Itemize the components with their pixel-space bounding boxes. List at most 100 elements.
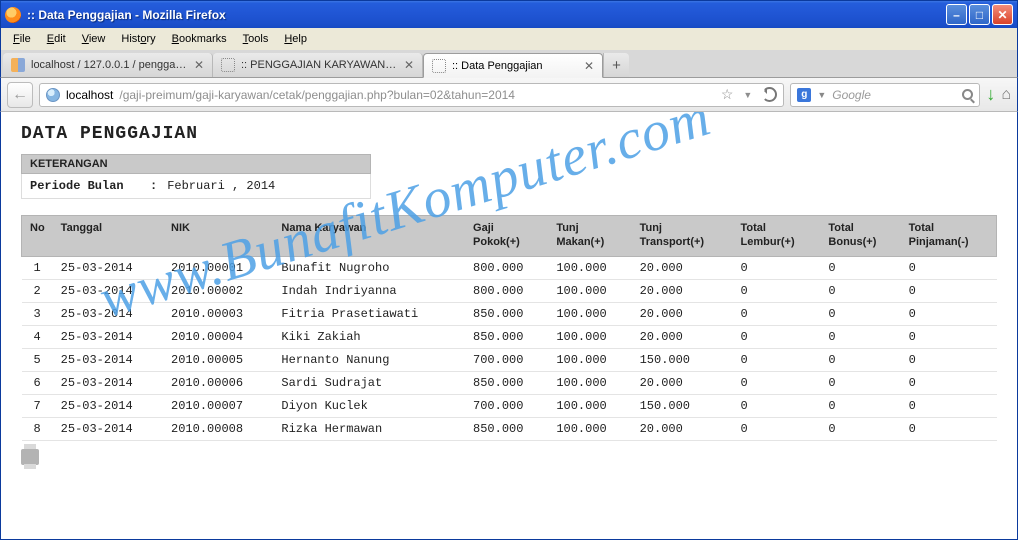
- minimize-button[interactable]: –: [946, 4, 967, 25]
- search-engine-dropdown-icon[interactable]: ▼: [817, 90, 826, 100]
- cell-lembur: 0: [733, 279, 821, 302]
- cell-gaji: 850.000: [465, 371, 548, 394]
- cell-lembur: 0: [733, 302, 821, 325]
- downloads-icon[interactable]: ↓: [986, 84, 995, 105]
- tab-close-icon[interactable]: ✕: [584, 59, 594, 73]
- cell-bonus: 0: [820, 371, 900, 394]
- search-icon[interactable]: [962, 89, 973, 100]
- page-content: www.BunafitKomputer.com DATA PENGGAJIAN …: [0, 112, 1018, 540]
- cell-gaji: 700.000: [465, 394, 548, 417]
- table-row: 325-03-20142010.00003Fitria Prasetiawati…: [22, 302, 997, 325]
- menu-history[interactable]: History: [113, 31, 163, 47]
- reload-icon[interactable]: [762, 87, 777, 102]
- cell-nik: 2010.00002: [163, 279, 273, 302]
- cell-nik: 2010.00003: [163, 302, 273, 325]
- col-tanggal: Tanggal: [53, 216, 163, 257]
- cell-nik: 2010.00006: [163, 371, 273, 394]
- cell-no: 6: [22, 371, 53, 394]
- menu-bookmarks[interactable]: Bookmarks: [164, 31, 235, 47]
- cell-makan: 100.000: [548, 394, 631, 417]
- col-nik: NIK: [163, 216, 273, 257]
- page-title: DATA PENGGAJIAN: [21, 124, 997, 144]
- new-tab-button[interactable]: +: [603, 53, 629, 77]
- tab-label: :: Data Penggajian: [452, 60, 578, 72]
- table-header-row: No Tanggal NIK Nama Karyawan GajiPokok(+…: [22, 216, 997, 257]
- tab-data-penggajian[interactable]: :: Data Penggajian ✕: [423, 53, 603, 78]
- cell-tanggal: 25-03-2014: [53, 371, 163, 394]
- page-icon: [221, 58, 235, 72]
- cell-nama: Kiki Zakiah: [273, 325, 465, 348]
- cell-pinjaman: 0: [901, 302, 997, 325]
- menu-view[interactable]: View: [74, 31, 114, 47]
- cell-bonus: 0: [820, 256, 900, 279]
- home-icon[interactable]: ⌂: [1001, 86, 1011, 104]
- col-no: No: [22, 216, 53, 257]
- globe-icon: [46, 88, 60, 102]
- cell-transport: 150.000: [632, 394, 733, 417]
- menu-edit[interactable]: Edit: [39, 31, 74, 47]
- menu-file[interactable]: File: [5, 31, 39, 47]
- cell-no: 5: [22, 348, 53, 371]
- cell-transport: 20.000: [632, 256, 733, 279]
- cell-nama: Diyon Kuclek: [273, 394, 465, 417]
- cell-gaji: 850.000: [465, 417, 548, 440]
- cell-makan: 100.000: [548, 371, 631, 394]
- bookmark-star-icon[interactable]: ☆: [721, 86, 734, 103]
- cell-pinjaman: 0: [901, 417, 997, 440]
- navigation-toolbar: ← localhost/gaji-preimum/gaji-karyawan/c…: [0, 78, 1018, 112]
- cell-nama: Indah Indriyanna: [273, 279, 465, 302]
- cell-nama: Hernanto Nanung: [273, 348, 465, 371]
- cell-bonus: 0: [820, 325, 900, 348]
- cell-tanggal: 25-03-2014: [53, 417, 163, 440]
- cell-no: 4: [22, 325, 53, 348]
- tab-penggajian-app[interactable]: :: PENGGAJIAN KARYAWAN v 2.1 - Siste... …: [213, 53, 423, 77]
- cell-no: 7: [22, 394, 53, 417]
- cell-tanggal: 25-03-2014: [53, 348, 163, 371]
- search-bar[interactable]: g ▼ Google: [790, 83, 980, 107]
- cell-bonus: 0: [820, 302, 900, 325]
- cell-no: 3: [22, 302, 53, 325]
- back-button[interactable]: ←: [7, 82, 33, 108]
- cell-tanggal: 25-03-2014: [53, 394, 163, 417]
- cell-nama: Rizka Hermawan: [273, 417, 465, 440]
- cell-tanggal: 25-03-2014: [53, 325, 163, 348]
- cell-gaji: 800.000: [465, 279, 548, 302]
- table-row: 425-03-20142010.00004Kiki Zakiah850.0001…: [22, 325, 997, 348]
- print-icon[interactable]: [21, 449, 39, 465]
- table-row: 525-03-20142010.00005Hernanto Nanung700.…: [22, 348, 997, 371]
- url-host: localhost: [66, 88, 113, 102]
- url-dropdown-icon[interactable]: ▼: [743, 90, 752, 100]
- payroll-table: No Tanggal NIK Nama Karyawan GajiPokok(+…: [21, 215, 997, 441]
- cell-transport: 20.000: [632, 417, 733, 440]
- keterangan-header: KETERANGAN: [21, 154, 371, 174]
- table-row: 725-03-20142010.00007Diyon Kuclek700.000…: [22, 394, 997, 417]
- cell-lembur: 0: [733, 256, 821, 279]
- window-titlebar: :: Data Penggajian - Mozilla Firefox – □…: [0, 0, 1018, 28]
- tab-pma[interactable]: localhost / 127.0.0.1 / penggajian_karya…: [3, 53, 213, 77]
- menu-tools[interactable]: Tools: [235, 31, 277, 47]
- table-row: 625-03-20142010.00006Sardi Sudrajat850.0…: [22, 371, 997, 394]
- cell-pinjaman: 0: [901, 325, 997, 348]
- cell-makan: 100.000: [548, 325, 631, 348]
- cell-gaji: 800.000: [465, 256, 548, 279]
- cell-gaji: 700.000: [465, 348, 548, 371]
- cell-bonus: 0: [820, 279, 900, 302]
- table-row: 125-03-20142010.00001Bunafit Nugroho800.…: [22, 256, 997, 279]
- tab-close-icon[interactable]: ✕: [404, 58, 414, 72]
- close-button[interactable]: ✕: [992, 4, 1013, 25]
- tab-close-icon[interactable]: ✕: [194, 58, 204, 72]
- cell-nik: 2010.00005: [163, 348, 273, 371]
- cell-tanggal: 25-03-2014: [53, 279, 163, 302]
- maximize-button[interactable]: □: [969, 4, 990, 25]
- menu-help[interactable]: Help: [276, 31, 315, 47]
- url-bar[interactable]: localhost/gaji-preimum/gaji-karyawan/cet…: [39, 83, 784, 107]
- period-value: Februari , 2014: [167, 179, 275, 193]
- cell-tanggal: 25-03-2014: [53, 256, 163, 279]
- cell-no: 8: [22, 417, 53, 440]
- cell-nik: 2010.00008: [163, 417, 273, 440]
- phpmyadmin-icon: [11, 58, 25, 72]
- cell-transport: 20.000: [632, 371, 733, 394]
- col-bonus: TotalBonus(+): [820, 216, 900, 257]
- google-icon: g: [797, 88, 811, 102]
- keterangan-box: KETERANGAN Periode Bulan : Februari , 20…: [21, 154, 371, 199]
